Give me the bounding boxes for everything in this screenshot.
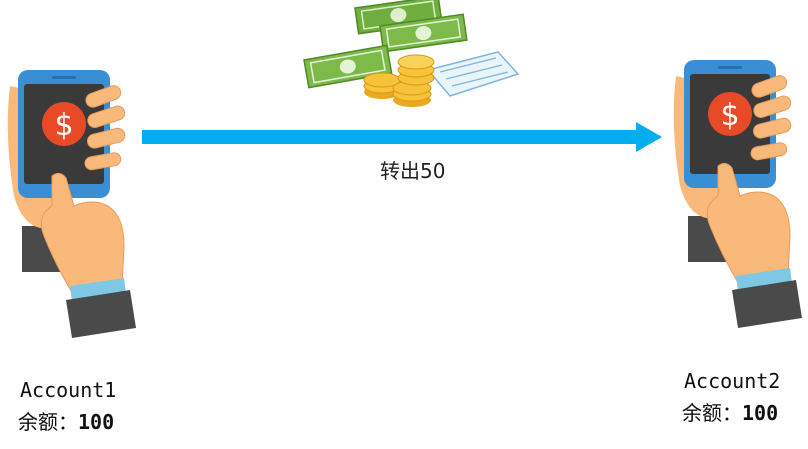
svg-text:$: $ — [54, 108, 73, 143]
money-stack-icon — [303, 0, 520, 107]
receipt-icon — [426, 51, 520, 97]
svg-text:$: $ — [720, 98, 739, 133]
transfer-arrow — [142, 120, 664, 156]
account1-balance-label: 余额： — [18, 410, 78, 434]
dollar-icon: $ — [42, 102, 86, 146]
account2-phone-illustration: $ — [666, 56, 806, 331]
account1-name: Account1 — [20, 378, 117, 402]
account2-balance: 余额：100 — [682, 397, 778, 426]
phone-in-hand-icon: $ — [673, 60, 802, 328]
account2-balance-value: 100 — [742, 401, 779, 425]
dollar-icon: $ — [708, 92, 752, 136]
account2-name: Account2 — [684, 369, 781, 393]
arrow-right-icon — [142, 122, 662, 152]
account1-phone-illustration: $ — [0, 66, 140, 341]
money-pile-illustration — [300, 0, 525, 112]
account1-balance-value: 100 — [78, 410, 115, 434]
account2-balance-label: 余额： — [682, 401, 742, 425]
phone-in-hand-icon: $ — [7, 70, 136, 338]
account1-balance: 余额：100 — [18, 406, 114, 435]
transfer-label: 转出50 — [380, 159, 446, 183]
